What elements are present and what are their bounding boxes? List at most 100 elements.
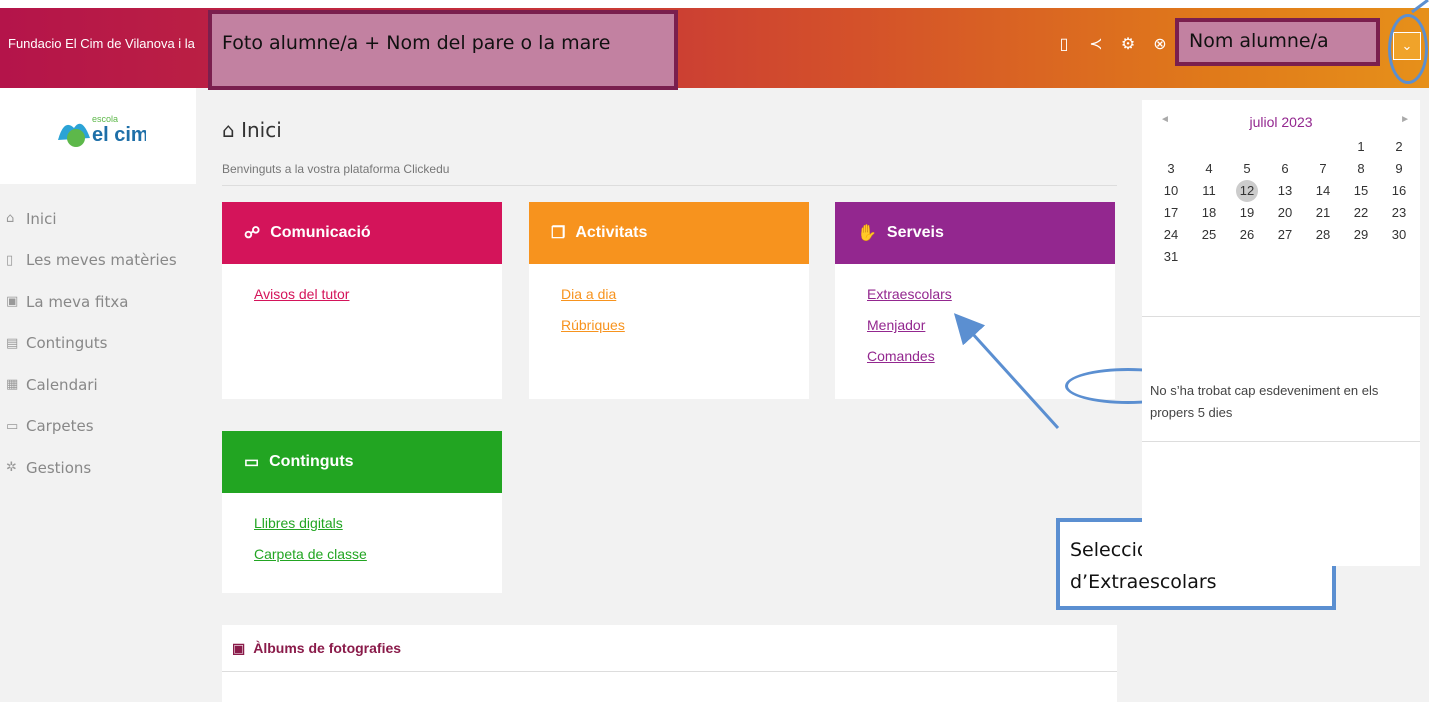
link-extraescolars[interactable]: Extraescolars (867, 286, 1115, 302)
calendar-day[interactable]: 23 (1380, 202, 1418, 224)
calendar-day[interactable]: 5 (1228, 158, 1266, 180)
albums-title[interactable]: Àlbums de fotografies (253, 640, 401, 656)
settings-icon[interactable]: ⚙ (1119, 34, 1137, 54)
sidebar-item-calendari[interactable]: ▦ Calendari (6, 364, 177, 406)
calendar-day[interactable]: 15 (1342, 180, 1380, 202)
link-llibres-digitals[interactable]: Llibres digitals (254, 515, 502, 531)
calendar-day[interactable]: 4 (1190, 158, 1228, 180)
mobile-icon[interactable]: ▯ (1055, 34, 1073, 54)
link-carpeta-classe[interactable]: Carpeta de classe (254, 546, 502, 562)
logo-icon: escola el cim (58, 114, 146, 147)
sidebar-menu: ⌂ Inici ▯ Les meves matèries ▣ La meva fitx… (6, 198, 177, 489)
link-avisos-tutor[interactable]: Avisos del tutor (254, 286, 502, 302)
calendar-day[interactable]: 2 (1380, 136, 1418, 158)
calendar-day[interactable]: 25 (1190, 224, 1228, 246)
card-continguts: ▭ Continguts Llibres digitals Carpeta de… (222, 431, 502, 593)
calendar-day[interactable]: 29 (1342, 224, 1380, 246)
calendar-day[interactable]: 22 (1342, 202, 1380, 224)
sidebar-item-label: La meva fitxa (26, 292, 129, 311)
card-header-serveis: ✋ Serveis (835, 202, 1115, 264)
profile-card-icon: ▣ (6, 294, 19, 310)
calendar-blank (1152, 136, 1190, 158)
calendar-day[interactable]: 26 (1228, 224, 1266, 246)
calendar-day[interactable]: 11 (1190, 180, 1228, 202)
bookmark-icon: ▯ (6, 252, 14, 268)
card-header-comunicacio: ☍ Comunicació (222, 202, 502, 264)
calendar-day[interactable]: 31 (1152, 246, 1190, 268)
student-note-text: Nom alumne/a (1189, 30, 1329, 52)
card-comunicacio: ☍ Comunicació Avisos del tutor (222, 202, 502, 399)
link-comandes[interactable]: Comandes (867, 348, 1115, 364)
calendar-day[interactable]: 13 (1266, 180, 1304, 202)
sidebar-item-label: Continguts (26, 334, 108, 353)
albums-header: ▣ Àlbums de fotografies (222, 625, 1117, 672)
calendar-day[interactable]: 16 (1380, 180, 1418, 202)
calendar-day[interactable]: 21 (1304, 202, 1342, 224)
calendar-day[interactable]: 1 (1342, 136, 1380, 158)
folder-icon: ▭ (6, 418, 19, 434)
calendar-day[interactable]: 9 (1380, 158, 1418, 180)
calendar-day[interactable]: 6 (1266, 158, 1304, 180)
sidebar-item-materies[interactable]: ▯ Les meves matèries (6, 240, 177, 282)
parent-note-text: Foto alumne/a + Nom del pare o la mare (222, 32, 611, 54)
calendar-day[interactable]: 19 (1228, 202, 1266, 224)
header-icons: ▯ ≺ ⚙ ⊗ (1055, 34, 1169, 54)
calendar-day[interactable]: 18 (1190, 202, 1228, 224)
sidebar-item-label: Les meves matèries (26, 251, 177, 270)
card-title: Comunicació (270, 224, 371, 241)
calendar-day[interactable]: 27 (1266, 224, 1304, 246)
sidebar-item-fitxa[interactable]: ▣ La meva fitxa (6, 281, 177, 323)
logo-big-text: el cim (92, 124, 146, 146)
close-circle-icon[interactable]: ⊗ (1151, 34, 1169, 54)
calendar-day-today[interactable]: 12 (1236, 180, 1258, 202)
page-subtitle: Benvinguts a la vostra plataforma Clicke… (222, 162, 450, 176)
card-header-continguts: ▭ Continguts (222, 431, 502, 493)
sidebar-item-gestions[interactable]: ✲ Gestions (6, 447, 177, 489)
sidebar-item-inici[interactable]: ⌂ Inici (6, 198, 177, 240)
sidebar-item-carpetes[interactable]: ▭ Carpetes (6, 406, 177, 448)
calendar-header: ◄ juliol 2023 ► (1142, 114, 1420, 134)
document-icon: ▤ (6, 335, 19, 351)
calendar-day[interactable]: 30 (1380, 224, 1418, 246)
calendar-month: juliol 2023 (1249, 114, 1313, 130)
calendar-day[interactable]: 17 (1152, 202, 1190, 224)
calendar-icon: ▦ (6, 377, 19, 393)
org-name[interactable]: Fundacio El Cim de Vilanova i la Geltrú (8, 36, 198, 51)
sidebar: escola el cim ⌂ Inici ▯ Les meves matèries… (0, 88, 200, 702)
link-dia-a-dia[interactable]: Dia a dia (561, 286, 809, 302)
sidebar-item-continguts[interactable]: ▤ Continguts (6, 323, 177, 365)
divider (222, 185, 1117, 186)
calendar-day[interactable]: 10 (1152, 180, 1190, 202)
sidebar-item-label: Carpetes (26, 417, 94, 436)
card-header-activitats: ❐ Activitats (529, 202, 809, 264)
calendar-blank (1266, 136, 1304, 158)
calendar-day[interactable]: 8 (1342, 158, 1380, 180)
calendar-day[interactable]: 24 (1152, 224, 1190, 246)
sidebar-item-label: Inici (26, 209, 57, 228)
school-logo[interactable]: escola el cim (0, 88, 196, 184)
calendar-blank (1190, 136, 1228, 158)
share-icon[interactable]: ≺ (1087, 34, 1105, 54)
calendar-day[interactable]: 3 (1152, 158, 1190, 180)
link-menjador[interactable]: Menjador (867, 317, 1115, 333)
parent-photo-annotation: Foto alumne/a + Nom del pare o la mare (208, 10, 678, 90)
calendar-day[interactable]: 20 (1266, 202, 1304, 224)
card-serveis: ✋ Serveis Extraescolars Menjador Comande… (835, 202, 1115, 399)
calendar-day[interactable]: 14 (1304, 180, 1342, 202)
dropdown-highlight-ring (1388, 14, 1428, 84)
card-title: Activitats (575, 224, 648, 241)
home-icon: ⌂ (6, 211, 15, 227)
image-icon: ▣ (232, 639, 246, 656)
next-month-icon[interactable]: ► (1400, 114, 1410, 125)
divider (1142, 441, 1420, 442)
gears-icon: ✲ (6, 460, 17, 476)
student-name-annotation: Nom alumne/a (1175, 18, 1380, 66)
sidebar-item-label: Calendari (26, 375, 98, 394)
calendar-day[interactable]: 7 (1304, 158, 1342, 180)
home-icon: ⌂ (222, 118, 235, 142)
handshake-icon: ✋ (857, 225, 877, 242)
calendar-day[interactable]: 28 (1304, 224, 1342, 246)
page-title: ⌂ Inici (222, 118, 282, 142)
calendar-grid: 1 2 3 4 5 6 7 8 9 10 11 12 13 14 15 16 17 18 19 20 21 22 23 24 2… (1152, 136, 1418, 268)
link-rubriques[interactable]: Rúbriques (561, 317, 809, 333)
